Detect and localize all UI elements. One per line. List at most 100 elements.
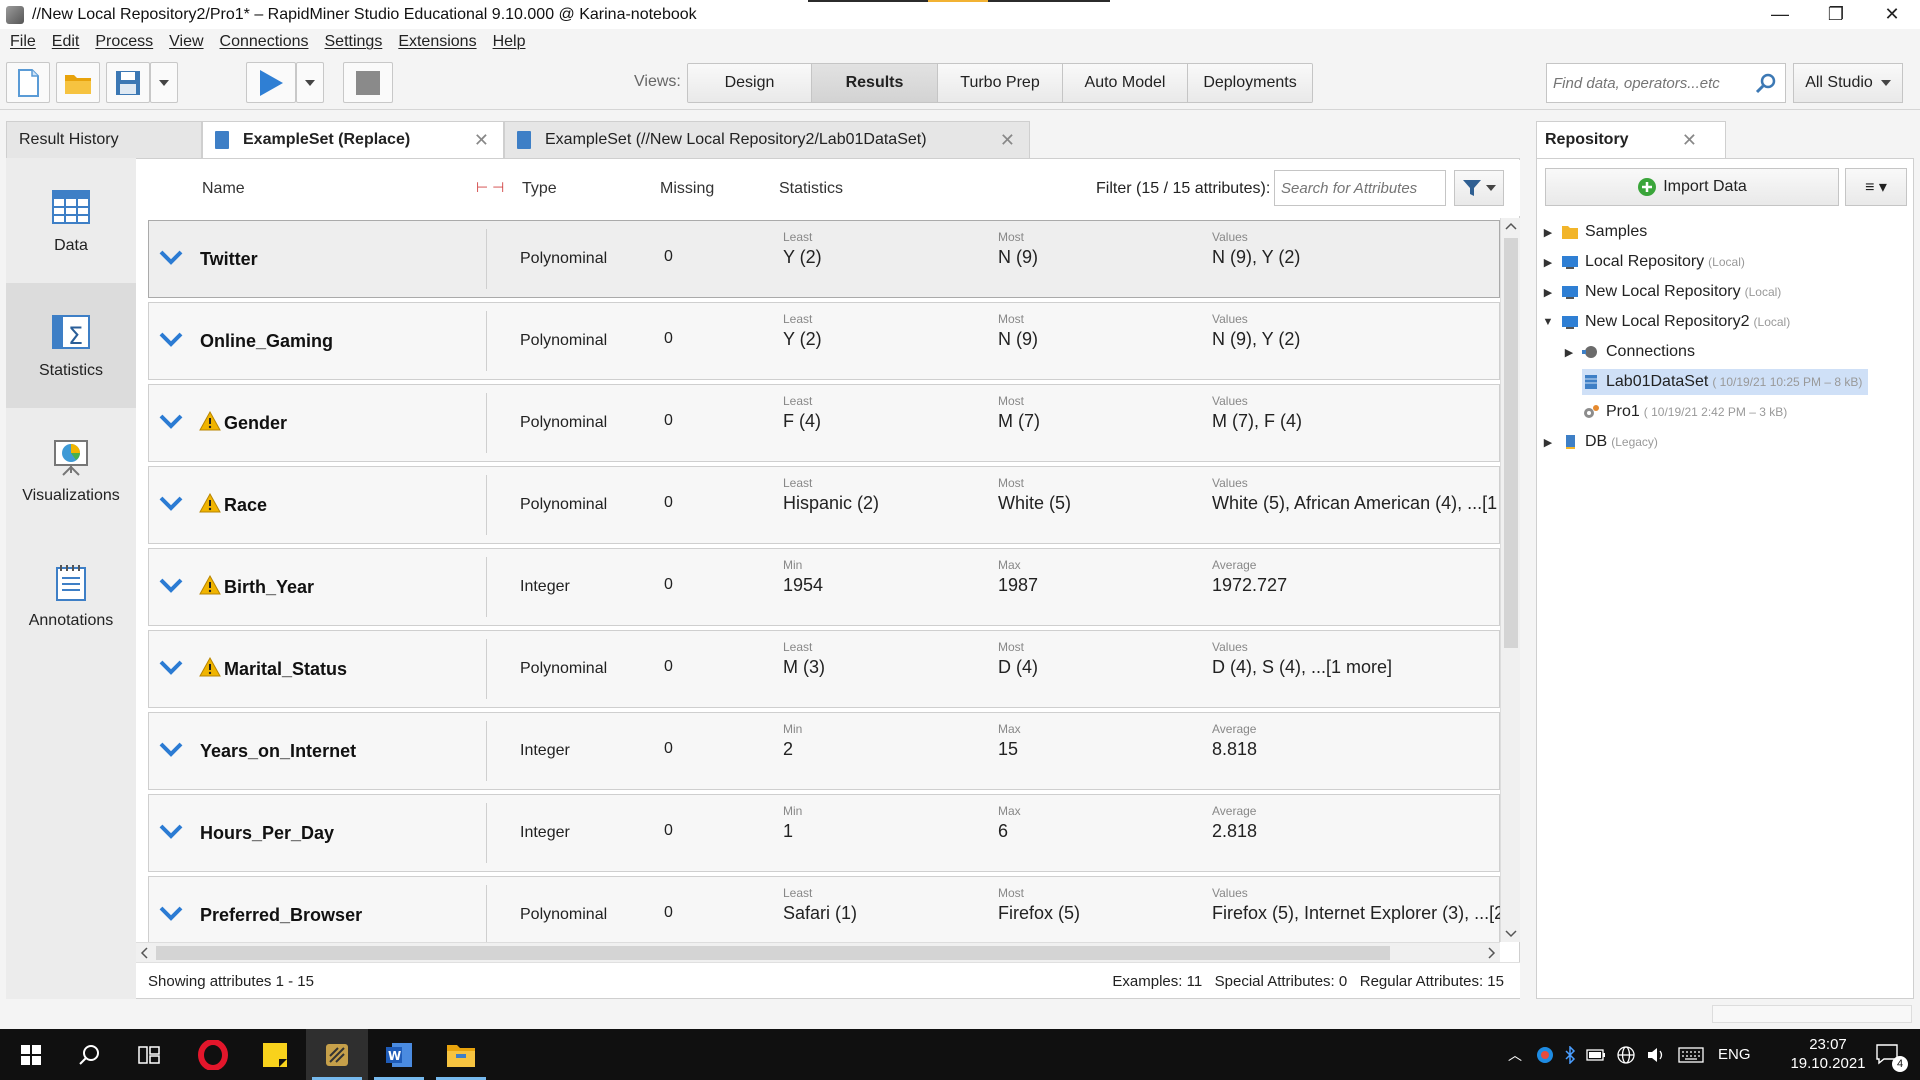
new-process-button[interactable] (6, 62, 50, 103)
menu-settings[interactable]: Settings (325, 33, 383, 51)
tree-item-new-local-repository[interactable]: ▶ New Local Repository (Local) (1541, 279, 1782, 305)
attribute-row-hours-per-day[interactable]: Hours_Per_Day Integer 0 Min 1 Max 6 Aver… (148, 794, 1500, 872)
tree-item-connections[interactable]: ▶ Connections (1562, 339, 1695, 365)
tab-exampleset-lab01[interactable]: ExampleSet (//New Local Repository2/Lab0… (504, 121, 1030, 158)
taskbar-opera[interactable] (182, 1029, 244, 1080)
tree-item-pro1[interactable]: Pro1 ( 10/19/21 2:42 PM – 3 kB) (1582, 399, 1787, 425)
battery-icon[interactable] (1586, 1048, 1606, 1061)
expand-arrow-icon[interactable]: ▶ (1541, 225, 1555, 239)
show-hidden-icons-chevron-icon[interactable]: ︿ (1508, 1045, 1522, 1065)
expand-chevron-icon[interactable] (157, 899, 185, 927)
expand-chevron-icon[interactable] (157, 653, 185, 681)
network-globe-icon[interactable] (1616, 1045, 1636, 1065)
expand-chevron-icon[interactable] (157, 243, 185, 271)
attribute-row-preferred-browser[interactable]: Preferred_Browser Polynominal 0 Least Sa… (148, 876, 1500, 942)
attribute-row-years-on-internet[interactable]: Years_on_Internet Integer 0 Min 2 Max 15… (148, 712, 1500, 790)
expand-chevron-icon[interactable] (157, 735, 185, 763)
save-dropdown-button[interactable] (150, 62, 178, 103)
view-turbo-prep-button[interactable]: Turbo Prep (938, 64, 1063, 102)
menu-file[interactable]: File (10, 33, 36, 51)
run-process-button[interactable] (246, 62, 296, 103)
close-window-button[interactable]: ✕ (1864, 0, 1920, 29)
taskbar-file-explorer[interactable] (430, 1029, 492, 1080)
expand-arrow-icon[interactable]: ▶ (1541, 435, 1555, 449)
menu-view[interactable]: View (169, 33, 203, 51)
column-resize-handle-icon[interactable]: ⊢ ⊣ (476, 179, 504, 196)
taskbar-word[interactable]: W (368, 1029, 430, 1080)
expand-arrow-icon[interactable]: ▶ (1562, 345, 1576, 359)
save-process-button[interactable] (106, 62, 150, 103)
bluetooth-icon[interactable] (1564, 1045, 1576, 1064)
menu-process[interactable]: Process (95, 33, 153, 51)
horizontal-scrollbar[interactable] (136, 942, 1500, 962)
tab-exampleset-replace[interactable]: ExampleSet (Replace) ✕ (202, 121, 504, 158)
repository-menu-button[interactable]: ≡ ▾ (1845, 168, 1907, 206)
view-auto-model-button[interactable]: Auto Model (1063, 64, 1188, 102)
taskbar-rapidminer[interactable] (306, 1029, 368, 1080)
close-tab-icon[interactable]: ✕ (474, 130, 489, 151)
expand-chevron-icon[interactable] (157, 325, 185, 353)
vertical-scroll-thumb[interactable] (1504, 238, 1518, 648)
tab-result-history[interactable]: Result History (6, 121, 202, 158)
input-language[interactable]: ENG (1718, 1046, 1751, 1063)
minimize-button[interactable]: — (1752, 0, 1808, 29)
column-header-missing[interactable]: Missing (660, 180, 714, 198)
browser-tray-icon[interactable] (1536, 1046, 1554, 1064)
vertical-scrollbar[interactable] (1500, 218, 1520, 942)
filter-dropdown-button[interactable] (1454, 170, 1504, 206)
horizontal-scroll-thumb[interactable] (156, 946, 1390, 960)
volume-icon[interactable] (1646, 1046, 1666, 1064)
nav-statistics[interactable]: Σ Statistics (6, 283, 136, 408)
nav-data[interactable]: Data (6, 158, 136, 283)
expand-chevron-icon[interactable] (157, 407, 185, 435)
expand-chevron-icon[interactable] (157, 571, 185, 599)
scroll-left-icon[interactable] (140, 947, 148, 959)
menu-connections[interactable]: Connections (220, 33, 309, 51)
expand-arrow-icon[interactable]: ▼ (1541, 315, 1555, 329)
scroll-right-icon[interactable] (1488, 947, 1496, 959)
import-data-button[interactable]: Import Data (1545, 168, 1839, 206)
nav-visualizations[interactable]: Visualizations (6, 408, 136, 533)
tree-item-local-repository[interactable]: ▶ Local Repository (Local) (1541, 249, 1745, 275)
stop-process-button[interactable] (343, 62, 393, 103)
search-scope-dropdown[interactable]: All Studio (1793, 63, 1903, 103)
expand-arrow-icon[interactable]: ▶ (1541, 255, 1555, 269)
attribute-search-input[interactable] (1281, 179, 1441, 197)
menu-extensions[interactable]: Extensions (398, 33, 476, 51)
expand-chevron-icon[interactable] (157, 489, 185, 517)
attribute-row-race[interactable]: Race Polynominal 0 Least Hispanic (2) Mo… (148, 466, 1500, 544)
expand-chevron-icon[interactable] (157, 817, 185, 845)
scroll-down-icon[interactable] (1505, 930, 1517, 938)
expand-arrow-icon[interactable]: ▶ (1541, 285, 1555, 299)
tab-repository[interactable]: Repository ✕ (1536, 121, 1726, 158)
attribute-row-twitter[interactable]: Twitter Polynominal 0 Least Y (2) Most N… (148, 220, 1500, 298)
keyboard-icon[interactable] (1678, 1046, 1704, 1063)
attribute-row-birth-year[interactable]: Birth_Year Integer 0 Min 1954 Max 1987 A… (148, 548, 1500, 626)
menu-edit[interactable]: Edit (52, 33, 80, 51)
task-view-button[interactable] (118, 1029, 180, 1080)
start-button[interactable] (0, 1029, 62, 1080)
scroll-up-icon[interactable] (1505, 222, 1517, 230)
global-search-input[interactable] (1553, 74, 1753, 92)
column-header-name[interactable]: Name (202, 180, 245, 198)
tree-item-new-local-repository2[interactable]: ▼ New Local Repository2 (Local) (1541, 309, 1791, 335)
notification-center-button[interactable]: 4 (1858, 1029, 1918, 1080)
taskbar-search-button[interactable] (58, 1029, 120, 1080)
tree-item-lab01dataset[interactable]: Lab01DataSet ( 10/19/21 10:25 PM – 8 kB) (1582, 369, 1869, 395)
view-design-button[interactable]: Design (688, 64, 812, 102)
attribute-row-gender[interactable]: Gender Polynominal 0 Least F (4) Most M … (148, 384, 1500, 462)
tree-item-samples[interactable]: ▶ Samples (1541, 219, 1647, 245)
nav-annotations[interactable]: Annotations (6, 533, 136, 658)
close-tab-icon[interactable]: ✕ (1682, 130, 1697, 151)
close-tab-icon[interactable]: ✕ (1000, 130, 1015, 151)
view-deployments-button[interactable]: Deployments (1188, 64, 1312, 102)
taskbar-sticky-notes[interactable] (244, 1029, 306, 1080)
run-dropdown-button[interactable] (296, 62, 324, 103)
tree-item-db[interactable]: ▶ DB (Legacy) (1541, 429, 1658, 455)
restore-button[interactable]: ❐ (1808, 0, 1864, 29)
open-process-button[interactable] (56, 62, 100, 103)
attribute-row-marital-status[interactable]: Marital_Status Polynominal 0 Least M (3)… (148, 630, 1500, 708)
menu-help[interactable]: Help (493, 33, 526, 51)
column-header-type[interactable]: Type (522, 180, 557, 198)
search-icon[interactable] (1755, 72, 1777, 94)
